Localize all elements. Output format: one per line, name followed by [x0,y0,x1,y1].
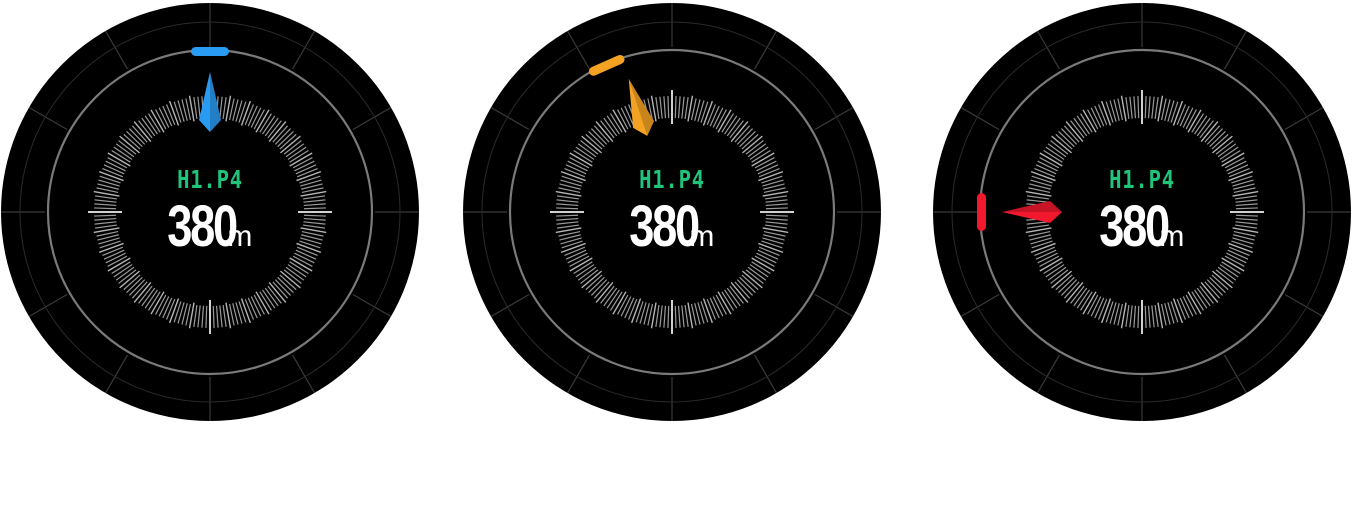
watch-face-red: H1.P4 380m [932,2,1352,422]
tick-mark [1137,96,1140,119]
distance-value: 380 [1098,194,1170,259]
distance-readout: 380m [932,198,1352,256]
heading-marker [191,47,229,56]
hole-label: H1.P4 [177,165,243,194]
tick-mark [674,305,677,328]
tick-mark [1144,96,1147,119]
distance-value: 380 [166,194,238,259]
distance-readout: 380m [462,198,882,256]
tick-mark [212,305,215,328]
watch-face-blue: H1.P4 380m [0,2,420,422]
hole-label: H1.P4 [1109,165,1175,194]
watch-face-orange: H1.P4 380m [462,2,882,422]
tick-mark [667,305,670,328]
watch-face-variants: H1.P4 380m H1.P4 380m H1.P4 380m [0,0,1354,522]
distance-value: 380 [628,194,700,259]
tick-mark [667,96,670,119]
heading-marker-bar [191,47,229,56]
distance-readout: 380m [0,198,420,256]
tick-mark [1144,305,1147,328]
tick-mark [1137,305,1140,328]
hole-label: H1.P4 [639,165,705,194]
tick-mark [205,305,208,328]
tick-mark [674,96,677,119]
